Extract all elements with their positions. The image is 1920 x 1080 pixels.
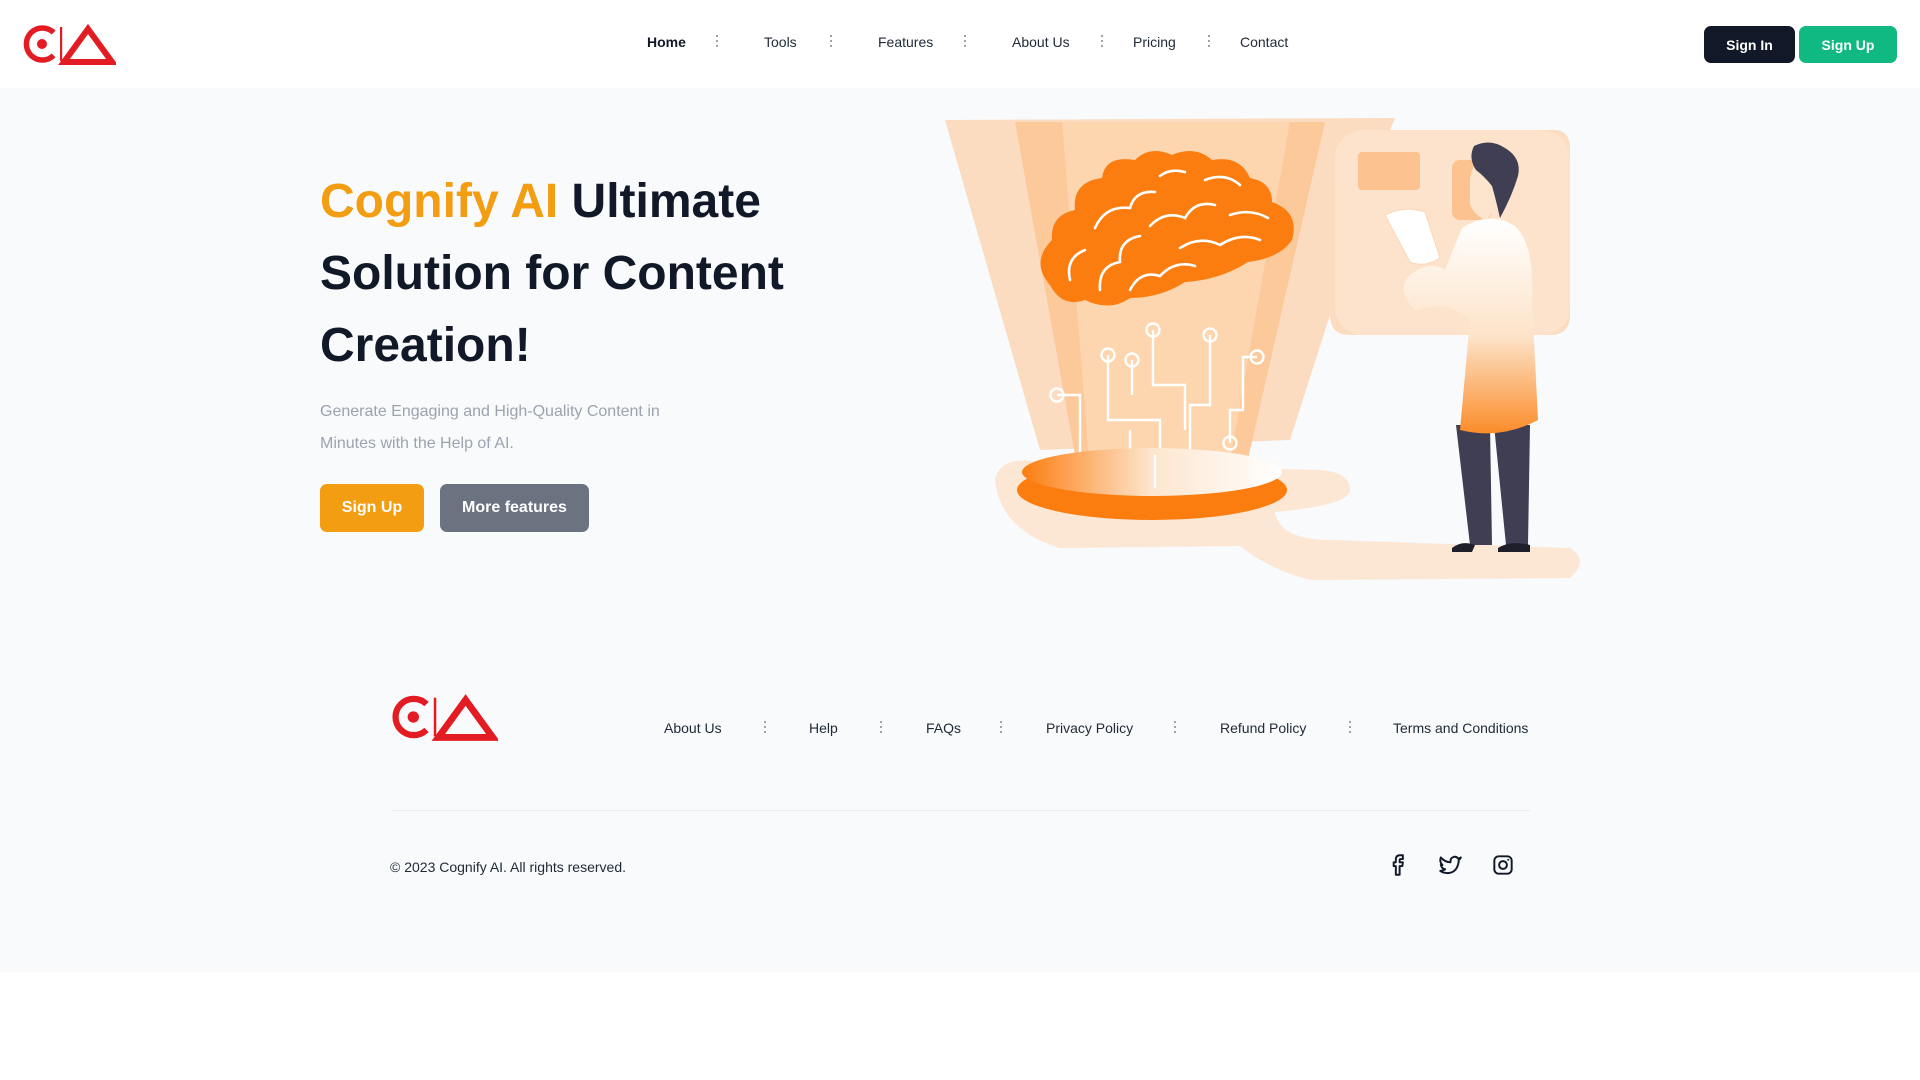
footer-divider: [1349, 721, 1351, 735]
more-features-button[interactable]: More features: [440, 484, 589, 532]
nav-features[interactable]: Features: [878, 34, 933, 50]
footer-link-privacy-policy[interactable]: Privacy Policy: [1046, 720, 1133, 736]
hero-subtitle: Generate Engaging and High-Quality Conte…: [320, 403, 660, 452]
nav-about-us[interactable]: About Us: [1012, 34, 1070, 50]
main-nav: Home Tools Features About Us Pricing Con…: [0, 0, 1920, 88]
facebook-icon[interactable]: [1385, 852, 1411, 878]
footer-logo[interactable]: [390, 692, 498, 742]
sign-in-button[interactable]: Sign In: [1704, 26, 1795, 63]
hero-title-brand: Cognify AI: [320, 175, 559, 228]
hero-title: Cognify AI Ultimate Solution for Content…: [320, 166, 840, 382]
nav-divider: [964, 35, 966, 49]
footer-link-terms[interactable]: Terms and Conditions: [1393, 720, 1528, 736]
nav-tools[interactable]: Tools: [764, 34, 797, 50]
footer-divider: [764, 721, 766, 735]
copyright-text: © 2023 Cognify AI. All rights reserved.: [390, 859, 626, 875]
hero-sign-up-button[interactable]: Sign Up: [320, 484, 424, 532]
nav-contact[interactable]: Contact: [1240, 34, 1288, 50]
footer-link-help[interactable]: Help: [809, 720, 838, 736]
footer-divider: [880, 721, 882, 735]
instagram-icon[interactable]: [1490, 852, 1516, 878]
twitter-icon[interactable]: [1437, 852, 1463, 878]
footer-rule: [392, 810, 1530, 811]
sign-up-button[interactable]: Sign Up: [1799, 26, 1897, 63]
footer-link-faqs[interactable]: FAQs: [926, 720, 961, 736]
nav-divider: [830, 35, 832, 49]
nav-home[interactable]: Home: [647, 34, 686, 50]
footer-link-about-us[interactable]: About Us: [664, 720, 722, 736]
footer-divider: [1174, 721, 1176, 735]
footer-link-refund-policy[interactable]: Refund Policy: [1220, 720, 1306, 736]
nav-divider: [716, 35, 718, 49]
top-navbar: Home Tools Features About Us Pricing Con…: [0, 0, 1920, 88]
nav-pricing[interactable]: Pricing: [1133, 34, 1176, 50]
hero-illustration: [945, 118, 1580, 580]
footer-divider: [1000, 721, 1002, 735]
nav-divider: [1101, 35, 1103, 49]
nav-divider: [1208, 35, 1210, 49]
